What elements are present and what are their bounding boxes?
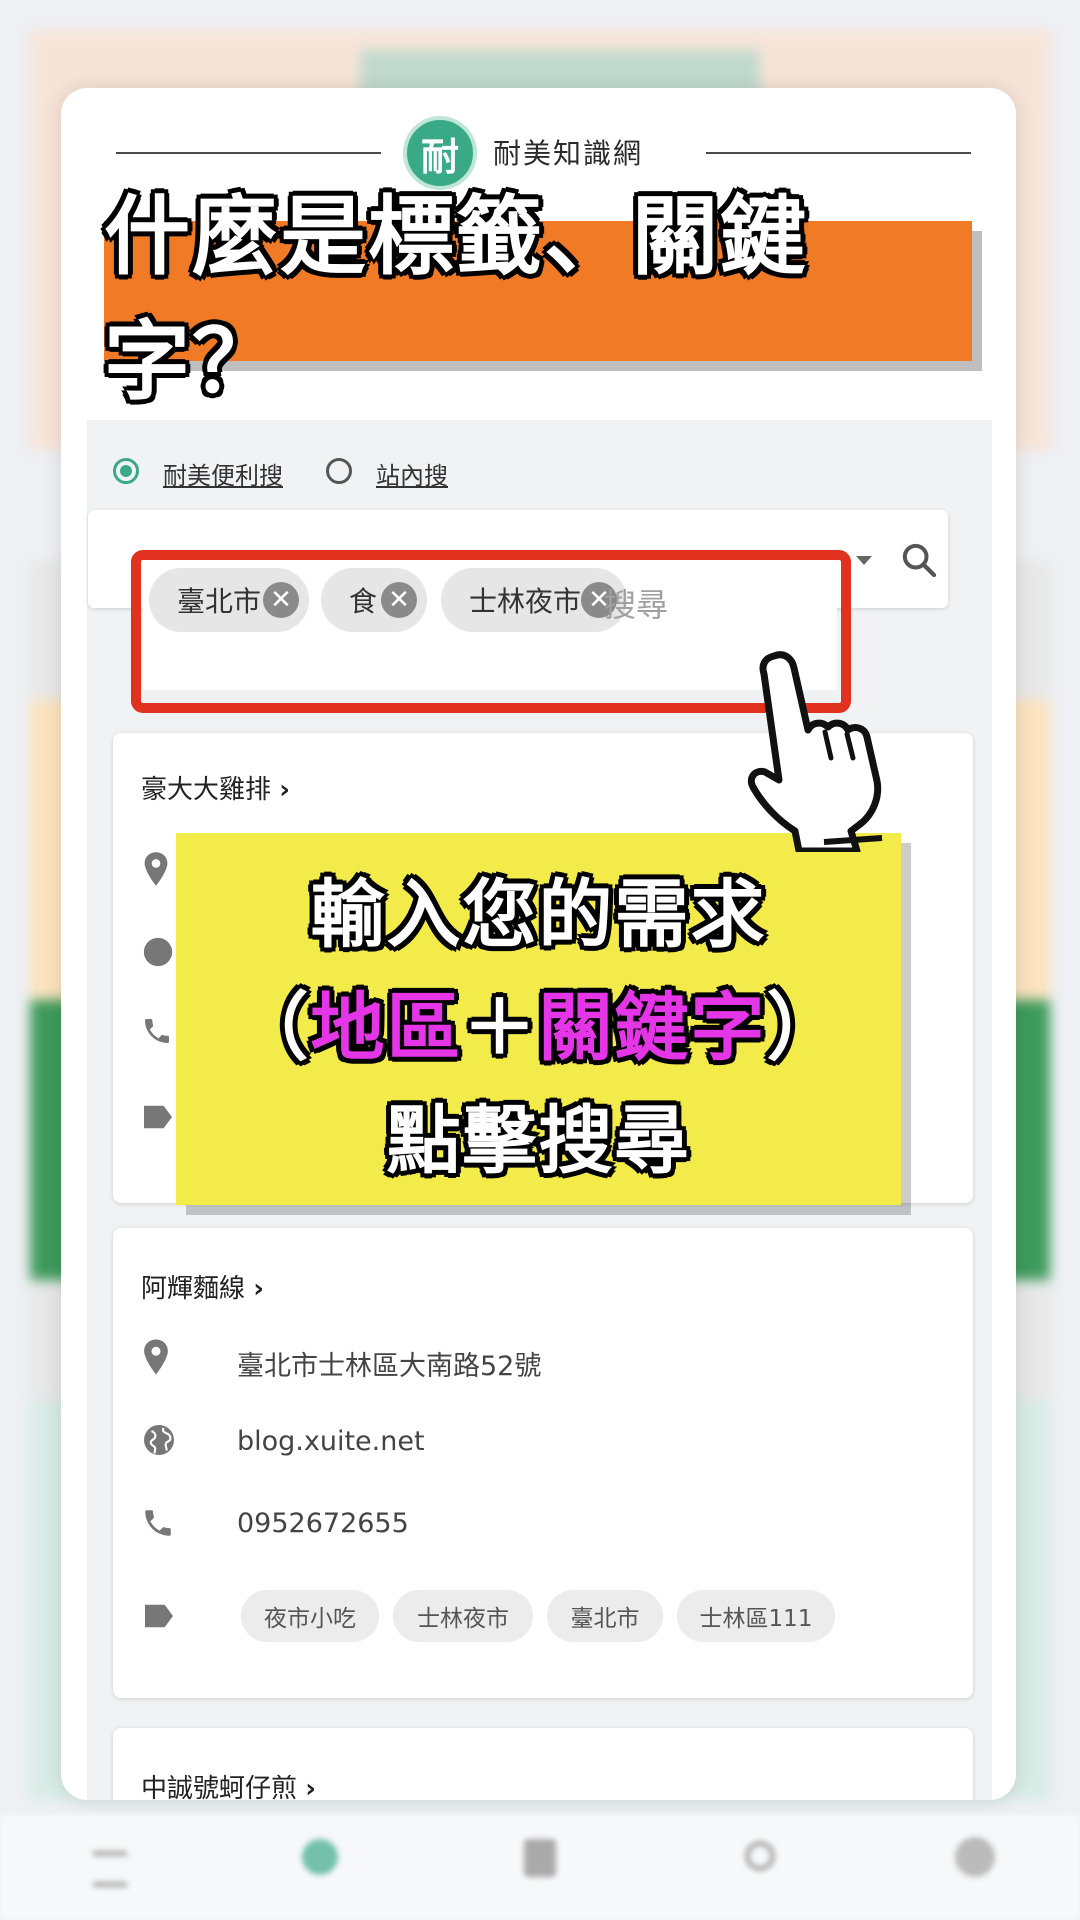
- location-pin-icon: [144, 1339, 168, 1375]
- search-icon[interactable]: [899, 540, 939, 580]
- globe-icon: [144, 1425, 174, 1455]
- tag-chip[interactable]: 士林區111: [677, 1590, 835, 1642]
- nav-menu-icon[interactable]: [80, 1833, 140, 1887]
- callout-line-2: （地區＋關鍵字）: [234, 985, 843, 1071]
- result-card[interactable]: 阿輝麵線 › 臺北市士林區大南路52號 blog.xuite.net 09526…: [113, 1228, 973, 1698]
- chevron-down-icon[interactable]: [856, 556, 872, 565]
- nav-search-icon[interactable]: [730, 1833, 790, 1871]
- tag-chip[interactable]: 士林夜市: [393, 1590, 533, 1642]
- phone-icon: [145, 1510, 171, 1536]
- nav-profile-icon[interactable]: [945, 1833, 1005, 1877]
- radio-label-convenience-search[interactable]: 耐美便利搜: [163, 456, 283, 491]
- tag-chip[interactable]: 夜市小吃: [241, 1590, 379, 1642]
- result-name[interactable]: 豪大大雞排 ›: [141, 769, 290, 806]
- radio-site-search[interactable]: [326, 458, 352, 484]
- title-banner: 什麼是標籤、關鍵字？: [104, 187, 972, 412]
- location-pin-icon: [144, 852, 168, 886]
- content-card: 耐 耐美知識網 什麼是標籤、關鍵字？ 耐美便利搜 站內搜 臺北市 ✕ 食 ✕ 士…: [61, 88, 1016, 1800]
- chevron-right-icon: ›: [279, 775, 290, 805]
- result-address: 臺北市士林區大南路52號: [237, 1351, 542, 1382]
- result-phone[interactable]: 0952672655: [237, 1508, 409, 1539]
- result-name[interactable]: 阿輝麵線 ›: [141, 1268, 264, 1305]
- chevron-right-icon: ›: [253, 1274, 264, 1304]
- radio-label-site-search[interactable]: 站內搜: [376, 456, 448, 491]
- nav-home-icon[interactable]: [290, 1833, 350, 1875]
- callout-line-3: 點擊搜尋: [386, 1098, 691, 1184]
- bottom-navigation: [0, 1815, 1080, 1920]
- tag-icon: [145, 1604, 173, 1628]
- pointing-hand-icon: [747, 651, 883, 852]
- nav-document-icon[interactable]: [510, 1833, 570, 1877]
- chevron-right-icon: ›: [305, 1774, 316, 1800]
- divider-left: [116, 152, 381, 154]
- instruction-callout: 輸入您的需求 （地區＋關鍵字） 點擊搜尋: [176, 833, 901, 1205]
- page-title: 什麼是標籤、關鍵字？: [104, 187, 808, 412]
- result-website-link[interactable]: blog.xuite.net: [237, 1426, 425, 1457]
- radio-convenience-search[interactable]: [113, 458, 139, 484]
- tag-icon: [144, 1105, 172, 1129]
- divider-right: [706, 152, 971, 154]
- result-card[interactable]: 中誠號蚵仔煎 ›: [113, 1728, 973, 1800]
- tag-chip[interactable]: 臺北市: [547, 1590, 663, 1642]
- phone-icon: [145, 1019, 169, 1043]
- callout-line-1: 輸入您的需求: [310, 872, 767, 958]
- result-name[interactable]: 中誠號蚵仔煎 ›: [141, 1768, 316, 1800]
- globe-icon: [143, 937, 173, 967]
